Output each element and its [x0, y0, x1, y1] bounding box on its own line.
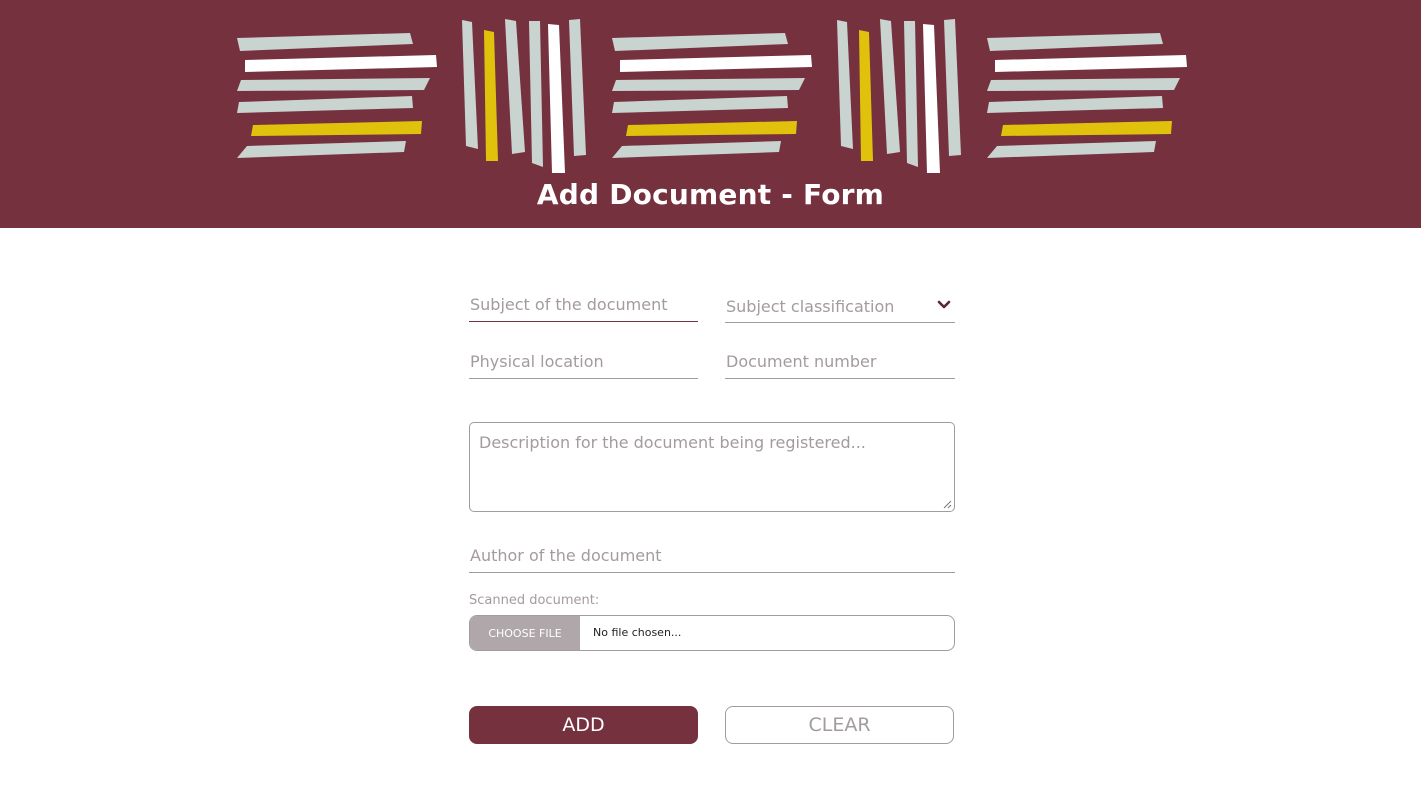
- description-textarea[interactable]: [470, 423, 954, 511]
- author-field: [469, 538, 955, 573]
- document-number-field: [725, 344, 955, 379]
- document-number-input[interactable]: [725, 344, 955, 378]
- file-status-text: No file chosen...: [593, 626, 682, 639]
- add-document-form: Subject classification Scanned document:…: [469, 286, 955, 756]
- author-input[interactable]: [469, 538, 955, 572]
- choose-file-button[interactable]: CHOOSE FILE: [470, 616, 580, 650]
- clear-button[interactable]: CLEAR: [725, 706, 954, 744]
- add-button[interactable]: ADD: [469, 706, 698, 744]
- location-field: [469, 344, 698, 379]
- subject-field: [469, 287, 698, 322]
- file-upload: CHOOSE FILE No file chosen...: [469, 615, 955, 651]
- classification-label: Subject classification: [726, 297, 895, 316]
- banner-pattern: [237, 19, 1187, 173]
- resize-grip-icon[interactable]: [943, 500, 952, 509]
- description-box: [469, 422, 955, 512]
- location-input[interactable]: [469, 344, 698, 378]
- header-banner: Add Document - Form: [0, 0, 1421, 228]
- chevron-down-icon: [937, 300, 951, 309]
- classification-select[interactable]: Subject classification: [725, 288, 955, 323]
- subject-input[interactable]: [469, 287, 698, 321]
- page-title: Add Document - Form: [536, 178, 885, 211]
- scanned-document-label: Scanned document:: [469, 593, 600, 608]
